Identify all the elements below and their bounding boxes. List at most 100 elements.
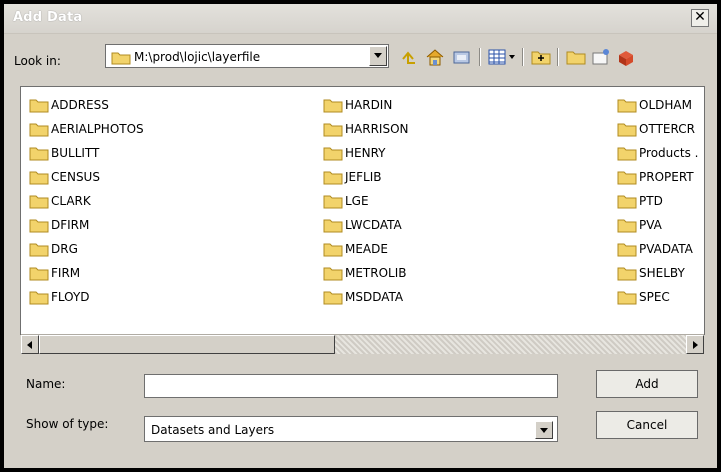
file-list-item-label: SHELBY [639, 266, 685, 280]
scroll-left-button[interactable] [21, 335, 39, 354]
show-of-type-dropdown-button[interactable] [535, 421, 553, 439]
folder-icon [29, 123, 49, 137]
chevron-down-icon [540, 428, 548, 433]
file-list-item-label: PTD [639, 194, 663, 208]
chevron-down-icon [509, 55, 515, 59]
file-list-item-label: METROLIB [345, 266, 407, 280]
folder-icon [617, 291, 637, 305]
file-list-item[interactable]: SHELBY [617, 263, 685, 283]
file-list-item[interactable]: PVADATA [617, 239, 693, 259]
look-in-dropdown-button[interactable] [369, 46, 387, 66]
folder-icon [323, 219, 343, 233]
scroll-right-button[interactable] [686, 335, 704, 354]
file-list-item-label: CLARK [51, 194, 91, 208]
new-folder-icon[interactable] [530, 47, 552, 67]
file-list-item[interactable]: OLDHAM [617, 95, 692, 115]
folder-icon [617, 99, 637, 113]
add-button[interactable]: Add [596, 370, 698, 398]
file-list-item[interactable]: FLOYD [29, 287, 90, 307]
file-list-item[interactable]: PROPERT [617, 167, 694, 187]
new-toolbox-icon[interactable] [615, 47, 637, 67]
folder-icon [29, 267, 49, 281]
close-icon: ✕ [694, 9, 706, 25]
file-list-item-label: PVADATA [639, 242, 693, 256]
folder-icon [323, 171, 343, 185]
file-list-item[interactable]: CLARK [29, 191, 91, 211]
file-list-item[interactable]: LWCDATA [323, 215, 402, 235]
file-list-item[interactable]: ADDRESS [29, 95, 109, 115]
file-list-item-label: LGE [345, 194, 369, 208]
file-list-item[interactable]: PTD [617, 191, 663, 211]
arrow-left-icon [27, 341, 32, 349]
chevron-down-icon [374, 53, 382, 58]
look-in-dropdown[interactable]: M:\prod\lojic\layerfile [105, 44, 389, 68]
file-list-item[interactable]: JEFLIB [323, 167, 381, 187]
file-list-item[interactable]: BULLITT [29, 143, 99, 163]
scroll-thumb[interactable] [39, 335, 335, 354]
folder-icon [323, 291, 343, 305]
file-list-item-label: FLOYD [51, 290, 90, 304]
file-list-item[interactable]: METROLIB [323, 263, 407, 283]
folder-icon [29, 171, 49, 185]
folder-icon [29, 291, 49, 305]
file-list-item[interactable]: DFIRM [29, 215, 89, 235]
file-list-item[interactable]: AERIALPHOTOS [29, 119, 144, 139]
home-icon[interactable] [424, 47, 446, 67]
view-menu-dropdown[interactable] [508, 47, 518, 67]
folder-icon [323, 195, 343, 209]
file-list-item[interactable]: OTTERCR [617, 119, 695, 139]
file-list-item-label: PVA [639, 218, 662, 232]
file-list-item-label: BULLITT [51, 146, 100, 160]
folder-icon [323, 147, 343, 161]
folder-icon [617, 267, 637, 281]
file-list-item[interactable]: Products . [617, 143, 698, 163]
file-list-item[interactable]: LGE [323, 191, 369, 211]
folder-icon [323, 243, 343, 257]
show-of-type-label: Show of type: [26, 417, 109, 431]
folder-icon [617, 243, 637, 257]
new-shapefile-icon[interactable] [590, 47, 612, 67]
view-menu-icon[interactable] [487, 47, 509, 67]
file-list-item-label: SPEC [639, 290, 670, 304]
file-list-item-label: LWCDATA [345, 218, 402, 232]
file-list-item[interactable]: DRG [29, 239, 78, 259]
file-list-item[interactable]: CENSUS [29, 167, 100, 187]
window-title: Add Data [13, 10, 83, 25]
folder-icon [323, 123, 343, 137]
file-list-item[interactable]: MEADE [323, 239, 388, 259]
folder-icon [617, 123, 637, 137]
connect-to-folder-icon[interactable] [451, 47, 473, 67]
file-list-item-label: Products . [639, 146, 699, 160]
horizontal-scrollbar[interactable] [21, 334, 704, 354]
file-list-item[interactable]: HARDIN [323, 95, 392, 115]
show-of-type-dropdown[interactable]: Datasets and Layers [144, 416, 558, 442]
file-list-item-label: PROPERT [639, 170, 694, 184]
folder-icon [323, 99, 343, 113]
file-list-item-label: JEFLIB [345, 170, 382, 184]
name-input[interactable] [144, 374, 558, 398]
file-list-item-label: AERIALPHOTOS [51, 122, 144, 136]
file-list-item[interactable]: PVA [617, 215, 662, 235]
folder-icon [617, 147, 637, 161]
file-list-item[interactable]: MSDDATA [323, 287, 403, 307]
folder-icon [617, 195, 637, 209]
file-list[interactable]: ADDRESS AERIALPHOTOS BULLITT CENSUS CLARK DFI… [20, 86, 705, 335]
cancel-button[interactable]: Cancel [596, 411, 698, 439]
close-button[interactable]: ✕ [691, 9, 709, 27]
add-data-dialog: Add Data ✕ Look in: M:\prod\lojic\layerf… [4, 4, 717, 468]
title-bar[interactable]: Add Data ✕ [4, 4, 717, 34]
folder-icon [617, 171, 637, 185]
file-list-item-label: ADDRESS [51, 98, 109, 112]
file-list-item[interactable]: HARRISON [323, 119, 409, 139]
file-list-item[interactable]: HENRY [323, 143, 385, 163]
folder-icon [111, 52, 131, 65]
folder-icon [617, 219, 637, 233]
file-list-item[interactable]: FIRM [29, 263, 80, 283]
folder-icon [29, 243, 49, 257]
file-list-item-label: HARRISON [345, 122, 409, 136]
look-in-path: M:\prod\lojic\layerfile [134, 50, 261, 64]
up-one-level-icon[interactable] [397, 47, 419, 67]
new-folder-2-icon[interactable] [565, 47, 587, 67]
look-in-label: Look in: [14, 54, 61, 68]
file-list-item[interactable]: SPEC [617, 287, 670, 307]
